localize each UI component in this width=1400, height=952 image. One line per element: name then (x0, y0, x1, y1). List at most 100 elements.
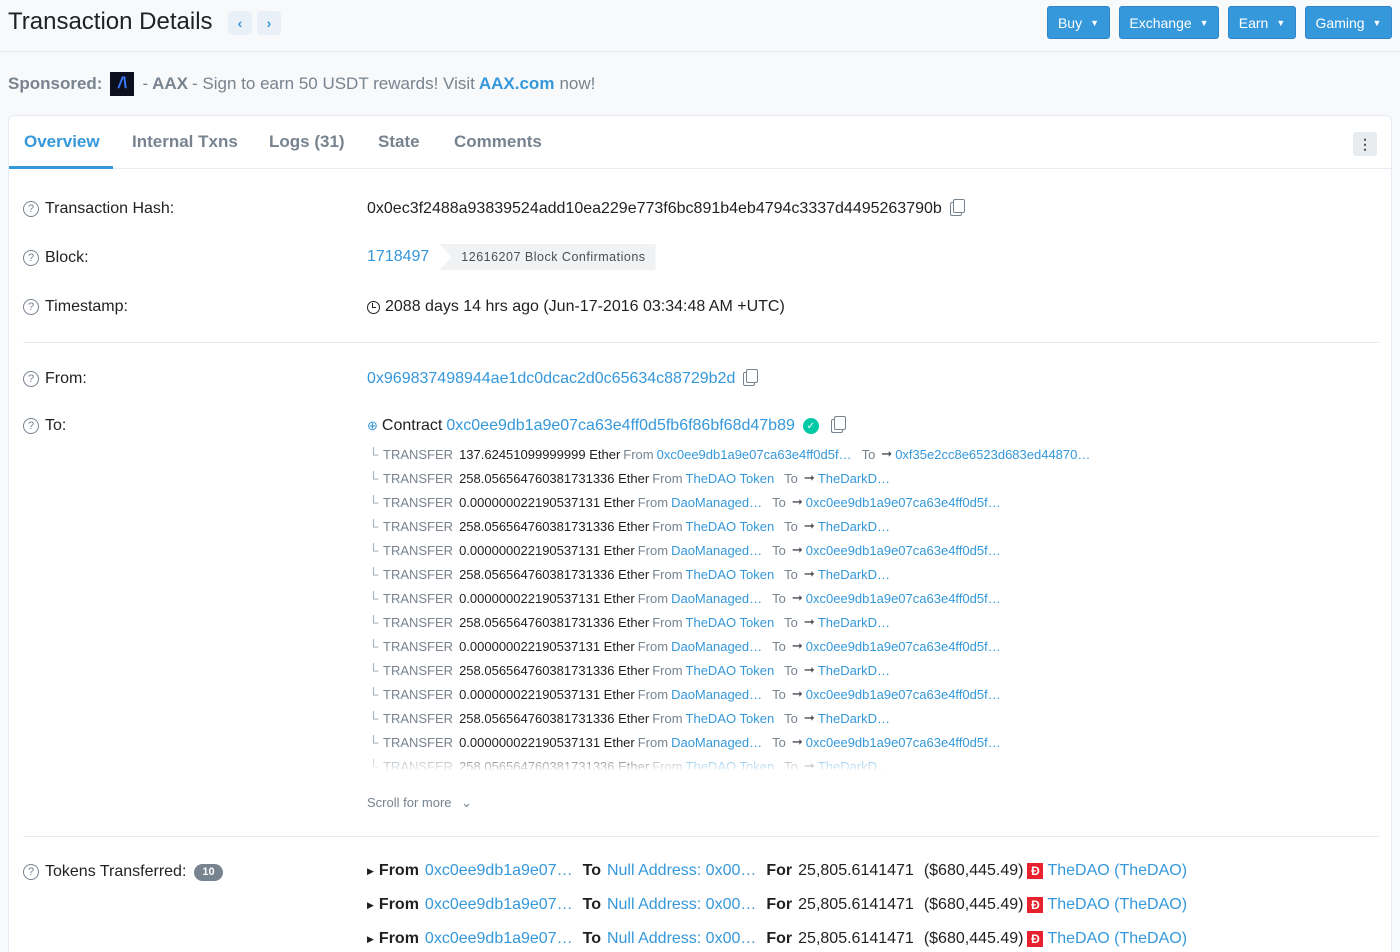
from-word: From (637, 590, 669, 606)
transfer-to-link[interactable]: TheDarkD… (818, 519, 890, 534)
transfer-to-link[interactable]: 0xf35e2cc8e6523d683ed44870… (895, 447, 1090, 462)
transfer-amount: 258.056564760381731336 Ether (459, 710, 650, 726)
transfer-type: TRANSFER (383, 662, 454, 678)
earn-button[interactable]: Earn ▼ (1228, 6, 1296, 39)
block-label: Block: (45, 249, 89, 266)
from-address-link[interactable]: 0x969837498944ae1dc0dcac2d0c65634c88729b… (367, 370, 735, 388)
token-for-label: For (766, 862, 793, 879)
arrow-right-icon: ➞ (881, 446, 893, 461)
transfer-to-link[interactable]: 0xc0ee9db1a9e07ca63e4ff0d5f… (806, 495, 1001, 510)
transfer-from-link[interactable]: DaoManaged… (671, 495, 762, 510)
transfer-to-link[interactable]: TheDarkD… (818, 711, 890, 726)
token-to-link[interactable]: Null Address: 0x00… (607, 930, 756, 948)
to-word: To (772, 542, 786, 558)
sponsored-label: Sponsored: (8, 74, 103, 93)
prev-tx-button[interactable]: ‹ (228, 11, 252, 35)
next-tx-button[interactable]: › (257, 11, 281, 35)
token-to-link[interactable]: Null Address: 0x00… (607, 896, 756, 914)
chevron-right-icon: › (266, 15, 272, 31)
token-from-link[interactable]: 0xc0ee9db1a9e07… (425, 896, 573, 914)
transfer-to-link[interactable]: TheDarkD… (818, 471, 890, 486)
transfer-from-link[interactable]: TheDAO Token (686, 711, 775, 726)
tree-elbow-icon: └ (369, 734, 379, 750)
caret-right-icon[interactable]: ▶ (367, 934, 374, 945)
block-number-link[interactable]: 1718497 (367, 248, 429, 266)
tab-comments[interactable]: Comments (454, 132, 542, 152)
from-word: From (637, 734, 669, 750)
scroll-more-link[interactable]: Scroll for more ⌄ (367, 795, 472, 811)
scroll-more-label: Scroll for more (367, 795, 452, 810)
question-circle-icon[interactable]: ? (23, 299, 39, 315)
question-circle-icon[interactable]: ? (23, 418, 39, 434)
tree-elbow-icon: └ (369, 638, 379, 654)
copy-icon[interactable] (743, 369, 759, 386)
copy-icon[interactable] (830, 416, 846, 433)
tab-overview[interactable]: Overview (24, 132, 100, 152)
transfer-to-link[interactable]: TheDarkD… (818, 663, 890, 678)
double-chevron-down-icon: ⌄ (461, 795, 473, 810)
caret-right-icon[interactable]: ▶ (367, 866, 374, 877)
transfer-from-link[interactable]: DaoManaged… (671, 591, 762, 606)
transfer-to-link[interactable]: 0xc0ee9db1a9e07ca63e4ff0d5f… (806, 543, 1001, 558)
tab-internal-txns[interactable]: Internal Txns (132, 132, 238, 152)
transfer-from-link[interactable]: TheDAO Token (686, 615, 775, 630)
tx-hash-label: Transaction Hash: (45, 200, 175, 217)
token-name-link[interactable]: TheDAO (TheDAO) (1047, 862, 1187, 880)
transfer-from-link[interactable]: DaoManaged… (671, 735, 762, 750)
tokens-count-badge: 10 (194, 863, 223, 881)
transfer-to-link[interactable]: 0xc0ee9db1a9e07ca63e4ff0d5f… (806, 735, 1001, 750)
copy-icon[interactable] (949, 199, 965, 216)
from-word: From (652, 614, 683, 630)
gaming-button[interactable]: Gaming ▼ (1305, 6, 1392, 39)
sponsored-link[interactable]: AAX.com (479, 74, 555, 94)
from-word: From (652, 518, 683, 534)
gaming-label: Gaming (1315, 14, 1365, 31)
thedao-token-icon: Đ (1027, 863, 1044, 879)
transfer-from-link[interactable]: TheDAO Token (686, 519, 775, 534)
sponsored-dash: - (142, 74, 149, 93)
question-circle-icon[interactable]: ? (23, 201, 39, 217)
transfer-amount: 258.056564760381731336 Ether (459, 470, 650, 486)
transfer-from-link[interactable]: TheDAO Token (686, 663, 775, 678)
question-circle-icon[interactable]: ? (23, 250, 39, 266)
token-name-link[interactable]: TheDAO (TheDAO) (1047, 930, 1187, 948)
transfer-type: TRANSFER (383, 494, 454, 510)
transfer-row: └ TRANSFER 0.000000022190537131 Ether From D… (369, 730, 1129, 754)
arrow-right-icon: ➞ (791, 590, 803, 605)
transfer-to-link[interactable]: TheDarkD… (818, 615, 890, 630)
buy-button[interactable]: Buy ▼ (1047, 6, 1110, 39)
transfer-to-link[interactable]: TheDarkD… (818, 759, 890, 771)
transfer-from-link[interactable]: DaoManaged… (671, 687, 762, 702)
caret-right-icon[interactable]: ▶ (367, 900, 374, 911)
tab-state[interactable]: State (378, 132, 420, 152)
tree-elbow-icon: └ (369, 566, 379, 582)
transfer-to-link[interactable]: TheDarkD… (818, 567, 890, 582)
token-from-link[interactable]: 0xc0ee9db1a9e07… (425, 930, 573, 948)
transfer-from-link[interactable]: TheDAO Token (686, 759, 775, 771)
sponsored-text: - Sign to earn 50 USDT rewards! Visit (192, 74, 475, 93)
transfer-to-link[interactable]: 0xc0ee9db1a9e07ca63e4ff0d5f… (806, 591, 1001, 606)
internal-transfers-list[interactable]: └ TRANSFER 137.62451099999999 Ether From 0xc… (369, 442, 1129, 770)
token-to-link[interactable]: Null Address: 0x00… (607, 862, 756, 880)
aax-logo-icon[interactable]: /\ (110, 72, 135, 96)
question-circle-icon[interactable]: ? (23, 371, 39, 387)
token-name-link[interactable]: TheDAO (TheDAO) (1047, 896, 1187, 914)
more-options-button[interactable]: ⋮ (1353, 132, 1377, 156)
transfer-from-link[interactable]: 0xc0ee9db1a9e07ca63e4ff0d5f… (657, 447, 852, 462)
transfer-to-link[interactable]: 0xc0ee9db1a9e07ca63e4ff0d5f… (806, 687, 1001, 702)
transfer-from-link[interactable]: DaoManaged… (671, 639, 762, 654)
from-label: From: (45, 370, 87, 387)
tokens-label: Tokens Transferred: (45, 863, 187, 880)
transfer-type: TRANSFER (383, 470, 454, 486)
to-word: To (772, 638, 786, 654)
to-contract-link[interactable]: 0xc0ee9db1a9e07ca63e4ff0d5fb6f86bf68d47b… (446, 417, 794, 435)
tab-logs[interactable]: Logs (31) (269, 132, 345, 152)
token-from-link[interactable]: 0xc0ee9db1a9e07… (425, 862, 573, 880)
transfer-from-link[interactable]: TheDAO Token (686, 471, 775, 486)
transfer-to-link[interactable]: 0xc0ee9db1a9e07ca63e4ff0d5f… (806, 639, 1001, 654)
question-circle-icon[interactable]: ? (23, 864, 39, 880)
transfer-from-link[interactable]: TheDAO Token (686, 567, 775, 582)
transfer-type: TRANSFER (383, 710, 454, 726)
exchange-button[interactable]: Exchange ▼ (1119, 6, 1219, 39)
transfer-from-link[interactable]: DaoManaged… (671, 543, 762, 558)
